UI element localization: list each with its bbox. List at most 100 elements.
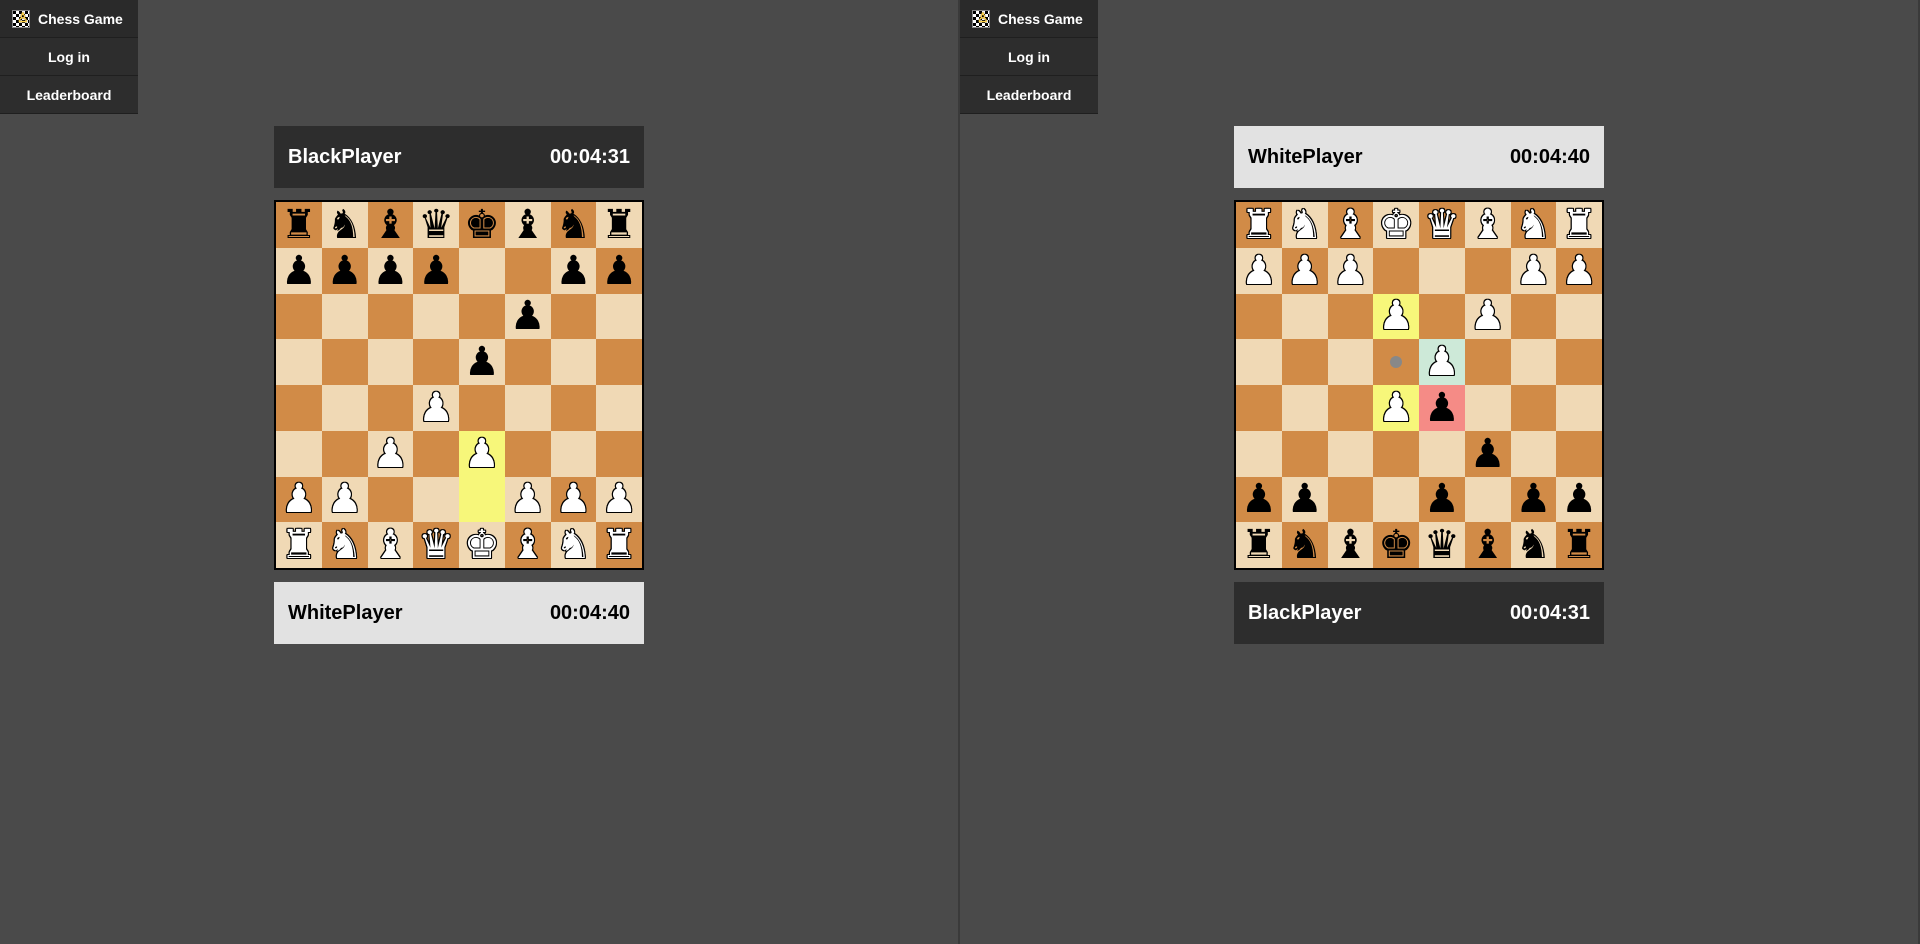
square-e2[interactable] xyxy=(459,477,505,523)
square-f2[interactable]: ♟ xyxy=(505,477,551,523)
square-c4[interactable] xyxy=(368,385,414,431)
square-g2[interactable]: ♟ xyxy=(1282,248,1328,294)
square-e1[interactable]: ♚ xyxy=(459,522,505,568)
square-c5[interactable] xyxy=(368,339,414,385)
square-a1[interactable]: ♜ xyxy=(1556,202,1602,248)
square-d4[interactable]: ♟ xyxy=(413,385,459,431)
square-c8[interactable]: ♝ xyxy=(368,202,414,248)
square-h4[interactable] xyxy=(1236,339,1282,385)
square-e8[interactable]: ♚ xyxy=(1373,522,1419,568)
square-d3[interactable] xyxy=(1419,294,1465,340)
square-e6[interactable] xyxy=(1373,431,1419,477)
square-h2[interactable]: ♟ xyxy=(1236,248,1282,294)
square-c7[interactable] xyxy=(1465,477,1511,523)
chess-board-right[interactable]: ♜♞♝♚♛♝♞♜♟♟♟♟♟♟♟♟♟♟♟♟♟♟♟♟♜♞♝♚♛♝♞♜ xyxy=(1234,200,1604,570)
square-a1[interactable]: ♜ xyxy=(276,522,322,568)
square-d1[interactable]: ♛ xyxy=(413,522,459,568)
square-h6[interactable] xyxy=(596,294,642,340)
square-g6[interactable] xyxy=(1282,431,1328,477)
square-a7[interactable]: ♟ xyxy=(1556,477,1602,523)
square-a7[interactable]: ♟ xyxy=(276,248,322,294)
square-f6[interactable]: ♟ xyxy=(505,294,551,340)
square-d4[interactable]: ♟ xyxy=(1419,339,1465,385)
square-a8[interactable]: ♜ xyxy=(276,202,322,248)
square-c3[interactable]: ♟ xyxy=(368,431,414,477)
square-a5[interactable] xyxy=(276,339,322,385)
square-h7[interactable]: ♟ xyxy=(596,248,642,294)
square-e5[interactable]: ♟ xyxy=(459,339,505,385)
square-g1[interactable]: ♞ xyxy=(551,522,597,568)
square-f1[interactable]: ♝ xyxy=(1328,202,1374,248)
square-g3[interactable] xyxy=(551,431,597,477)
square-f7[interactable] xyxy=(505,248,551,294)
square-f8[interactable]: ♝ xyxy=(505,202,551,248)
square-g5[interactable] xyxy=(1282,385,1328,431)
square-e6[interactable] xyxy=(459,294,505,340)
square-g8[interactable]: ♞ xyxy=(551,202,597,248)
square-g4[interactable] xyxy=(1282,339,1328,385)
square-e3[interactable]: ♟ xyxy=(459,431,505,477)
square-b3[interactable] xyxy=(322,431,368,477)
square-f7[interactable] xyxy=(1328,477,1374,523)
square-f5[interactable] xyxy=(505,339,551,385)
square-f6[interactable] xyxy=(1328,431,1374,477)
square-c5[interactable] xyxy=(1465,385,1511,431)
square-b7[interactable]: ♟ xyxy=(322,248,368,294)
square-b5[interactable] xyxy=(1511,385,1557,431)
square-g4[interactable] xyxy=(551,385,597,431)
square-a5[interactable] xyxy=(1556,385,1602,431)
square-g7[interactable]: ♟ xyxy=(1282,477,1328,523)
square-b6[interactable] xyxy=(1511,431,1557,477)
square-f2[interactable]: ♟ xyxy=(1328,248,1374,294)
square-g3[interactable] xyxy=(1282,294,1328,340)
square-d2[interactable] xyxy=(413,477,459,523)
square-f1[interactable]: ♝ xyxy=(505,522,551,568)
square-c3[interactable]: ♟ xyxy=(1465,294,1511,340)
square-e4[interactable] xyxy=(459,385,505,431)
square-f3[interactable] xyxy=(505,431,551,477)
square-d8[interactable]: ♛ xyxy=(1419,522,1465,568)
square-h3[interactable] xyxy=(1236,294,1282,340)
square-d1[interactable]: ♛ xyxy=(1419,202,1465,248)
brand-link[interactable]: Chess Game xyxy=(0,0,138,38)
square-d7[interactable]: ♟ xyxy=(1419,477,1465,523)
square-d5[interactable] xyxy=(413,339,459,385)
square-e3[interactable]: ♟ xyxy=(1373,294,1419,340)
square-h6[interactable] xyxy=(1236,431,1282,477)
square-d7[interactable]: ♟ xyxy=(413,248,459,294)
square-b8[interactable]: ♞ xyxy=(322,202,368,248)
square-f4[interactable] xyxy=(505,385,551,431)
square-h8[interactable]: ♜ xyxy=(596,202,642,248)
square-a8[interactable]: ♜ xyxy=(1556,522,1602,568)
login-link[interactable]: Log in xyxy=(960,38,1098,76)
square-b1[interactable]: ♞ xyxy=(1511,202,1557,248)
square-c4[interactable] xyxy=(1465,339,1511,385)
square-g6[interactable] xyxy=(551,294,597,340)
square-b4[interactable] xyxy=(1511,339,1557,385)
square-a2[interactable]: ♟ xyxy=(1556,248,1602,294)
square-e4[interactable] xyxy=(1373,339,1419,385)
square-f4[interactable] xyxy=(1328,339,1374,385)
square-b8[interactable]: ♞ xyxy=(1511,522,1557,568)
square-f3[interactable] xyxy=(1328,294,1374,340)
square-e2[interactable] xyxy=(1373,248,1419,294)
square-h8[interactable]: ♜ xyxy=(1236,522,1282,568)
square-c6[interactable]: ♟ xyxy=(1465,431,1511,477)
square-d2[interactable] xyxy=(1419,248,1465,294)
square-c1[interactable]: ♝ xyxy=(1465,202,1511,248)
square-c2[interactable] xyxy=(368,477,414,523)
login-link[interactable]: Log in xyxy=(0,38,138,76)
square-d6[interactable] xyxy=(413,294,459,340)
square-g7[interactable]: ♟ xyxy=(551,248,597,294)
square-d8[interactable]: ♛ xyxy=(413,202,459,248)
square-h1[interactable]: ♜ xyxy=(1236,202,1282,248)
square-g5[interactable] xyxy=(551,339,597,385)
square-c8[interactable]: ♝ xyxy=(1465,522,1511,568)
square-b7[interactable]: ♟ xyxy=(1511,477,1557,523)
leaderboard-link[interactable]: Leaderboard xyxy=(960,76,1098,114)
square-g1[interactable]: ♞ xyxy=(1282,202,1328,248)
square-g8[interactable]: ♞ xyxy=(1282,522,1328,568)
brand-link[interactable]: Chess Game xyxy=(960,0,1098,38)
square-e5[interactable]: ♟ xyxy=(1373,385,1419,431)
square-f8[interactable]: ♝ xyxy=(1328,522,1374,568)
